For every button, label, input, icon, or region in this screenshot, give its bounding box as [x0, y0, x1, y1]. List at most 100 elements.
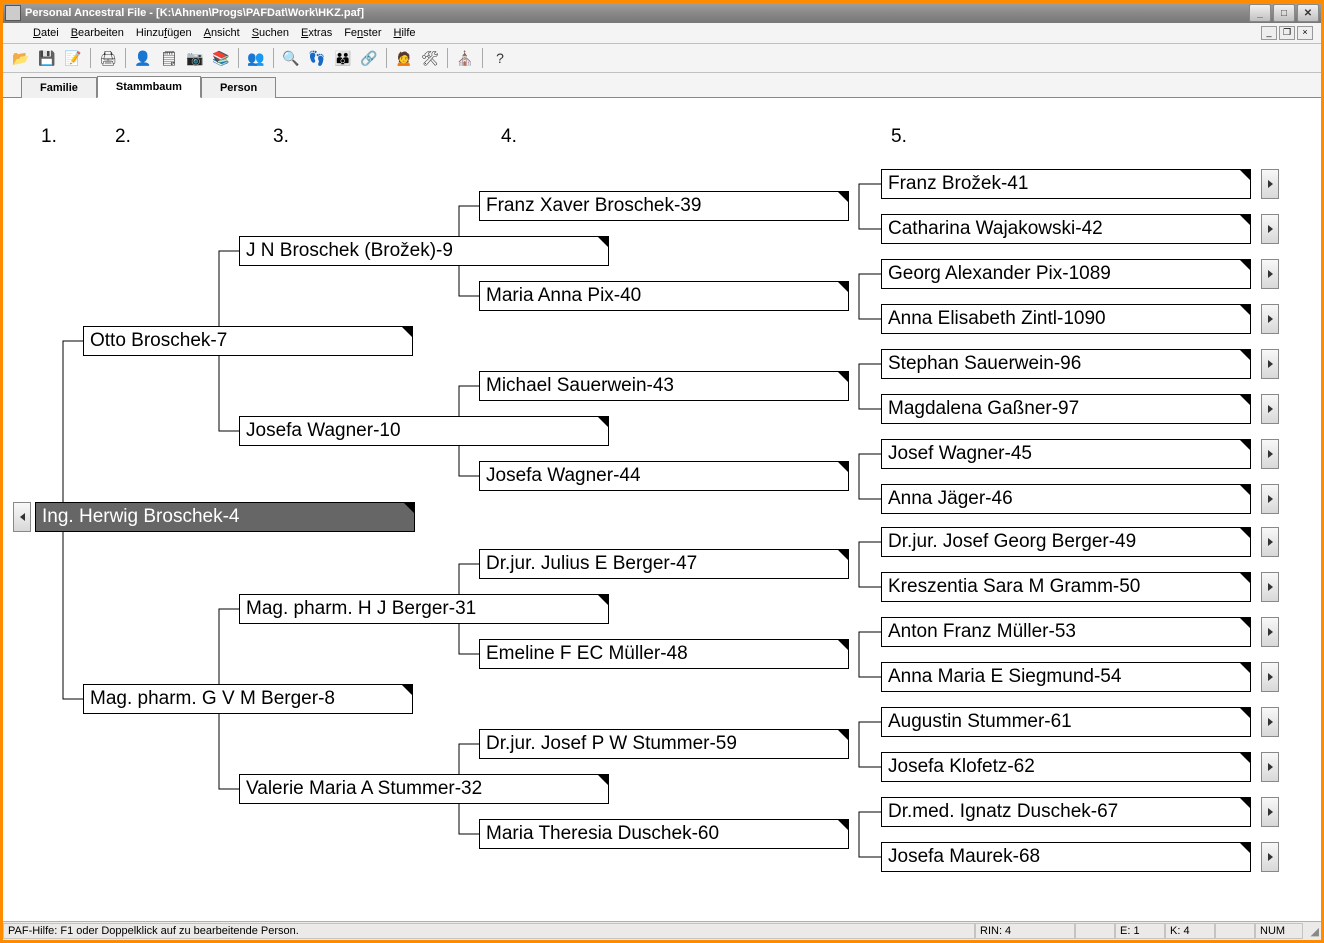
- person-g5-14[interactable]: Dr.med. Ignatz Duschek-67: [881, 797, 1251, 827]
- person-name: Anton Franz Müller-53: [888, 621, 1076, 643]
- expand-button[interactable]: [1261, 259, 1279, 289]
- expand-button[interactable]: [1261, 842, 1279, 872]
- tab-person[interactable]: Person: [201, 77, 276, 98]
- person-g5-5[interactable]: Magdalena Gaßner-97: [881, 394, 1251, 424]
- person-name: Ing. Herwig Broschek-4: [42, 506, 239, 528]
- menu-bearbeiten[interactable]: Bearbeiten: [65, 25, 130, 41]
- person-root[interactable]: Ing. Herwig Broschek-4: [35, 502, 415, 532]
- person-pgf[interactable]: J N Broschek (Brožek)-9: [239, 236, 609, 266]
- person-name: Catharina Wajakowski-42: [888, 218, 1103, 240]
- person-g5-4[interactable]: Stephan Sauerwein-96: [881, 349, 1251, 379]
- person-mgm[interactable]: Valerie Maria A Stummer-32: [239, 774, 609, 804]
- person-mmgf[interactable]: Dr.jur. Josef P W Stummer-59: [479, 729, 849, 759]
- navigate-back-button[interactable]: [13, 502, 31, 532]
- mdi-minimize-button[interactable]: _: [1261, 26, 1277, 40]
- tools-icon[interactable]: 🛠: [418, 46, 442, 70]
- doc-icon: [7, 26, 21, 40]
- maximize-button[interactable]: □: [1273, 4, 1295, 22]
- people-icon[interactable]: 👥: [244, 46, 268, 70]
- person-pmgm[interactable]: Josefa Wagner-44: [479, 461, 849, 491]
- person-g5-0[interactable]: Franz Brožek-41: [881, 169, 1251, 199]
- person-mpgf[interactable]: Dr.jur. Julius E Berger-47: [479, 549, 849, 579]
- edit-icon[interactable]: 📝: [61, 46, 85, 70]
- menu-hilfe[interactable]: Hilfe: [388, 25, 422, 41]
- menu-ansicht[interactable]: Ansicht: [198, 25, 246, 41]
- expand-button[interactable]: [1261, 304, 1279, 334]
- person-g5-2[interactable]: Georg Alexander Pix-1089: [881, 259, 1251, 289]
- relationship-icon[interactable]: 🔗: [357, 46, 381, 70]
- open-icon[interactable]: 📂: [9, 46, 33, 70]
- person-name: Anna Jäger-46: [888, 488, 1013, 510]
- person-pgm[interactable]: Josefa Wagner-10: [239, 416, 609, 446]
- person-icon[interactable]: 👤: [131, 46, 155, 70]
- separator: [238, 48, 239, 68]
- menu-hinzufuegen[interactable]: Hinzufügen: [130, 25, 198, 41]
- minimize-button[interactable]: _: [1249, 4, 1271, 22]
- expand-button[interactable]: [1261, 484, 1279, 514]
- person-pmgf[interactable]: Michael Sauerwein-43: [479, 371, 849, 401]
- group-icon[interactable]: 👪: [331, 46, 355, 70]
- person-g5-6[interactable]: Josef Wagner-45: [881, 439, 1251, 469]
- person-ppgf[interactable]: Franz Xaver Broschek-39: [479, 191, 849, 221]
- notes-icon[interactable]: 🗒: [157, 46, 181, 70]
- person-g5-15[interactable]: Josefa Maurek-68: [881, 842, 1251, 872]
- find-person-icon[interactable]: 👣: [305, 46, 329, 70]
- tab-familie[interactable]: Familie: [21, 77, 97, 98]
- person-g5-12[interactable]: Augustin Stummer-61: [881, 707, 1251, 737]
- person-g5-1[interactable]: Catharina Wajakowski-42: [881, 214, 1251, 244]
- person-g5-13[interactable]: Josefa Klofetz-62: [881, 752, 1251, 782]
- mdi-restore-button[interactable]: ❐: [1279, 26, 1295, 40]
- expand-button[interactable]: [1261, 797, 1279, 827]
- search-icon[interactable]: 🔍: [279, 46, 303, 70]
- mdi-close-button[interactable]: ×: [1297, 26, 1313, 40]
- person-name: Anna Elisabeth Zintl-1090: [888, 308, 1106, 330]
- expand-button[interactable]: [1261, 617, 1279, 647]
- help-icon[interactable]: ?: [488, 46, 512, 70]
- print-icon[interactable]: 🖨: [96, 46, 120, 70]
- user-icon[interactable]: 🙍: [392, 46, 416, 70]
- person-g5-7[interactable]: Anna Jäger-46: [881, 484, 1251, 514]
- person-ppgm[interactable]: Maria Anna Pix-40: [479, 281, 849, 311]
- person-father[interactable]: Otto Broschek-7: [83, 326, 413, 356]
- expand-button[interactable]: [1261, 572, 1279, 602]
- expand-button[interactable]: [1261, 169, 1279, 199]
- menu-fenster[interactable]: Fenster: [338, 25, 387, 41]
- note-marker-icon: [598, 595, 608, 605]
- expand-button[interactable]: [1261, 752, 1279, 782]
- menubar: Datei Bearbeiten Hinzufügen Ansicht Such…: [3, 23, 1321, 44]
- person-mpgm[interactable]: Emeline F EC Müller-48: [479, 639, 849, 669]
- person-mgf[interactable]: Mag. pharm. H J Berger-31: [239, 594, 609, 624]
- status-k: K: 4: [1165, 923, 1215, 939]
- note-marker-icon: [1240, 753, 1250, 763]
- statusbar: PAF-Hilfe: F1 oder Doppelklick auf zu be…: [3, 921, 1321, 940]
- menu-datei[interactable]: Datei: [27, 25, 65, 41]
- close-button[interactable]: ✕: [1297, 4, 1319, 22]
- save-icon[interactable]: 💾: [35, 46, 59, 70]
- menu-suchen[interactable]: Suchen: [246, 25, 295, 41]
- temple-icon[interactable]: ⛪: [453, 46, 477, 70]
- note-marker-icon: [598, 775, 608, 785]
- person-mmgm[interactable]: Maria Theresia Duschek-60: [479, 819, 849, 849]
- person-g5-3[interactable]: Anna Elisabeth Zintl-1090: [881, 304, 1251, 334]
- media-icon[interactable]: 📷: [183, 46, 207, 70]
- menu-extras[interactable]: Extras: [295, 25, 338, 41]
- expand-button[interactable]: [1261, 662, 1279, 692]
- sources-icon[interactable]: 📚: [209, 46, 233, 70]
- person-name: Franz Xaver Broschek-39: [486, 195, 701, 217]
- person-name: Otto Broschek-7: [90, 330, 227, 352]
- expand-button[interactable]: [1261, 349, 1279, 379]
- person-mother[interactable]: Mag. pharm. G V M Berger-8: [83, 684, 413, 714]
- note-marker-icon: [1240, 260, 1250, 270]
- expand-button[interactable]: [1261, 439, 1279, 469]
- expand-button[interactable]: [1261, 214, 1279, 244]
- expand-button[interactable]: [1261, 527, 1279, 557]
- resize-grip-icon[interactable]: ◢: [1303, 925, 1321, 938]
- person-g5-10[interactable]: Anton Franz Müller-53: [881, 617, 1251, 647]
- column-header-2: 2.: [115, 126, 131, 148]
- person-g5-8[interactable]: Dr.jur. Josef Georg Berger-49: [881, 527, 1251, 557]
- expand-button[interactable]: [1261, 394, 1279, 424]
- tab-stammbaum[interactable]: Stammbaum: [97, 76, 201, 98]
- expand-button[interactable]: [1261, 707, 1279, 737]
- person-g5-11[interactable]: Anna Maria E Siegmund-54: [881, 662, 1251, 692]
- person-g5-9[interactable]: Kreszentia Sara M Gramm-50: [881, 572, 1251, 602]
